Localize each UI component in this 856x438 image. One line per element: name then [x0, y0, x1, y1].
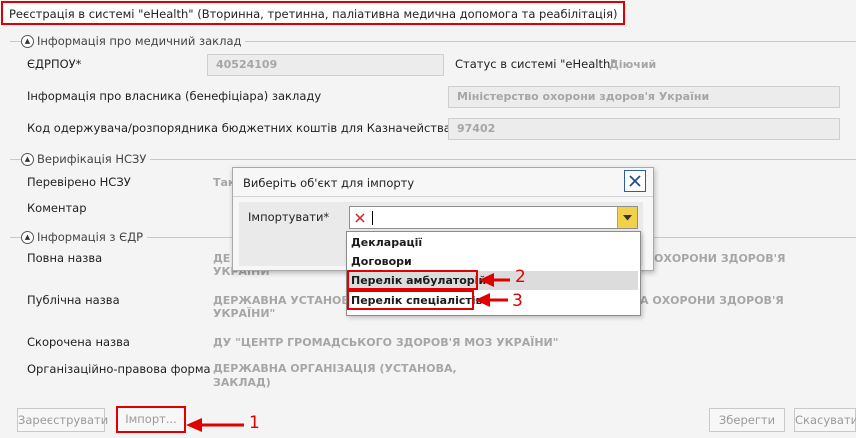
annotation-number-2: 2	[515, 267, 526, 287]
arrow-1-icon	[186, 418, 244, 432]
annotation-overlay	[186, 273, 510, 432]
annotation-number-3: 3	[512, 291, 523, 311]
arrow-2-icon	[479, 273, 510, 287]
annotation-number-1: 1	[249, 413, 260, 433]
arrow-3-icon	[475, 293, 508, 307]
